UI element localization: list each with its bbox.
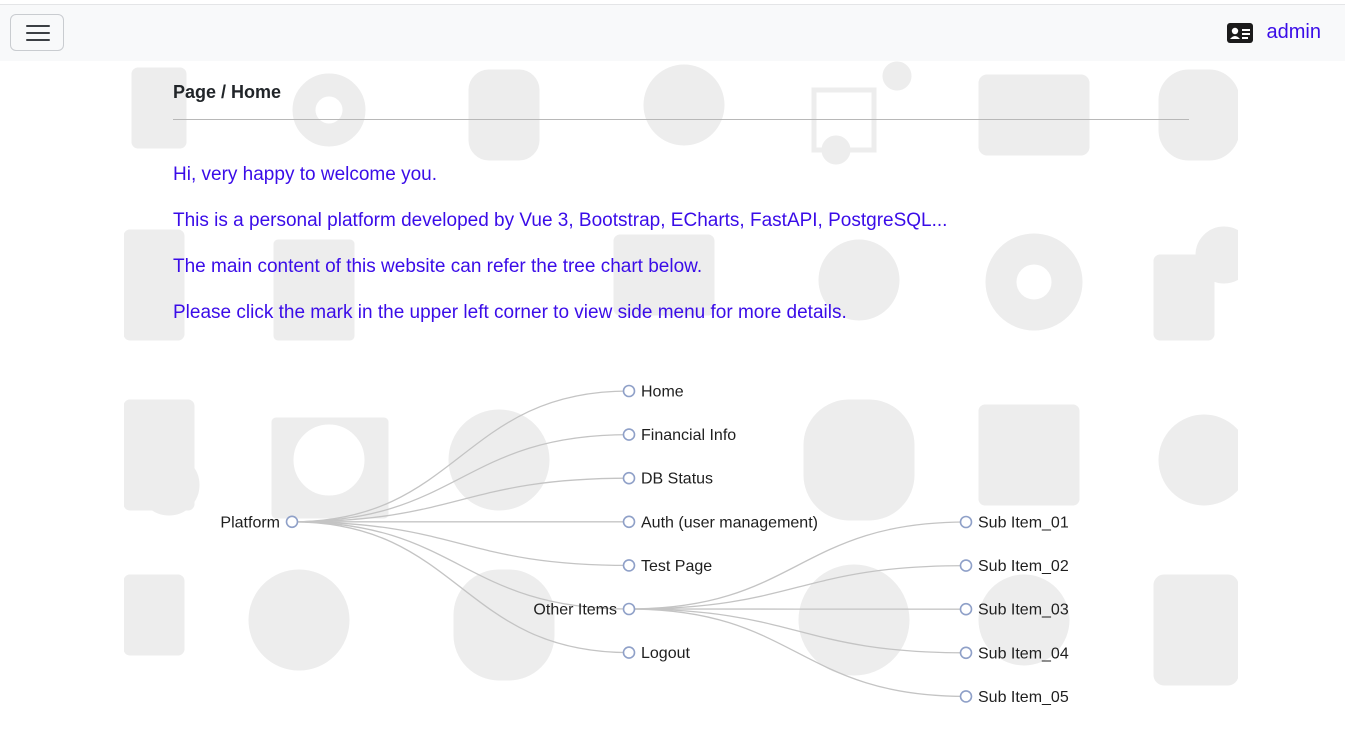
gear-chip-icon xyxy=(292,73,366,147)
top-navbar: admin xyxy=(0,4,1345,61)
people-robot-icon xyxy=(978,574,1070,666)
database-gear-icon xyxy=(124,574,185,656)
circuit-chip-icon xyxy=(643,64,725,146)
tree-node-financial-info[interactable] xyxy=(622,428,636,441)
background-tech-icons xyxy=(124,61,1238,686)
flowchart-icon xyxy=(811,61,912,165)
document-chat-icon xyxy=(1153,226,1238,341)
tree-node-test-page[interactable] xyxy=(622,559,636,572)
globe-chip-icon xyxy=(448,409,550,511)
menu-toggle-button[interactable] xyxy=(10,14,64,51)
user-menu[interactable]: admin xyxy=(1226,21,1321,44)
ai-head-icon xyxy=(1158,69,1238,161)
hamburger-icon-bar xyxy=(26,32,50,34)
id-card-icon xyxy=(1226,22,1253,43)
robot-head-icon-2 xyxy=(798,564,910,676)
tree-node-sub-item-03[interactable] xyxy=(959,602,973,616)
tree-node-sub-item-05[interactable] xyxy=(959,690,973,703)
tree-node-db-status[interactable] xyxy=(622,471,636,485)
brain-gear-icon xyxy=(803,399,915,521)
worker-head-icon xyxy=(248,569,350,671)
tree-node-platform[interactable] xyxy=(285,515,299,529)
gear-network-icon xyxy=(985,233,1083,331)
tree-node-auth-user-management[interactable] xyxy=(622,515,636,529)
brain-chip-icon xyxy=(453,569,555,681)
tree-node-sub-item-01[interactable] xyxy=(959,515,973,529)
welcome-line-2: This is a personal platform developed by… xyxy=(173,210,948,231)
chart-chip-icon xyxy=(978,74,1090,156)
hamburger-icon xyxy=(26,25,50,27)
tree-node-logout[interactable] xyxy=(622,646,636,659)
welcome-line-3: The main content of this website can ref… xyxy=(173,256,703,277)
chip-ai-icon xyxy=(131,67,187,149)
breadcrumb-divider xyxy=(173,119,1189,120)
virus-ai-icon xyxy=(1158,414,1238,506)
ai-document-icon xyxy=(978,404,1080,506)
robot-head-icon xyxy=(468,69,540,161)
tree-node-sub-item-04[interactable] xyxy=(959,646,973,660)
tree-node-other-items[interactable] xyxy=(622,602,636,616)
book-chip-icon xyxy=(1153,574,1238,686)
tree-node-sub-item-02[interactable] xyxy=(959,559,973,572)
pie-chart-board-icon xyxy=(271,417,389,519)
welcome-line-4: Please click the mark in the upper left … xyxy=(173,302,847,323)
welcome-line-1: Hi, very happy to welcome you. xyxy=(173,164,438,185)
hamburger-icon-bar xyxy=(26,39,50,41)
crane-icon xyxy=(273,239,355,341)
doc-lightbulb-icon xyxy=(124,399,200,516)
tree-node-home[interactable] xyxy=(622,384,636,398)
breadcrumb: Page / Home xyxy=(173,82,282,102)
username-link[interactable]: admin xyxy=(1267,21,1321,44)
